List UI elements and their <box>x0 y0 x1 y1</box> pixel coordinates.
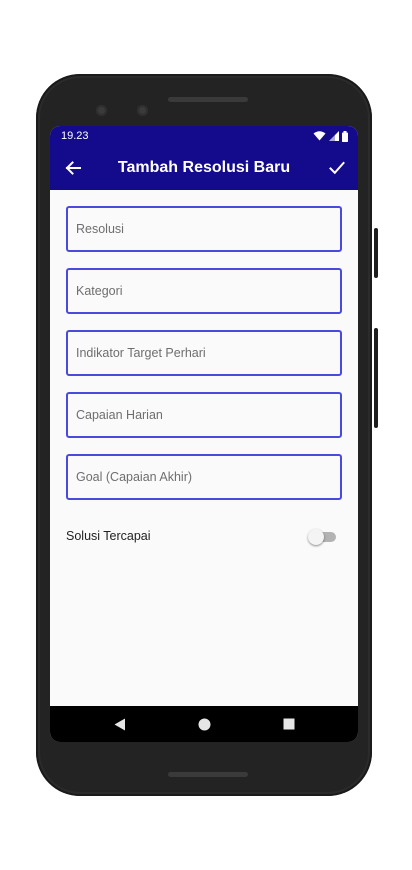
solusi-tercapai-row: Solusi Tercapai <box>66 526 336 548</box>
circle-home-icon <box>198 718 210 730</box>
front-sensor-icon <box>137 105 148 116</box>
cellular-signal-icon <box>329 131 339 141</box>
back-button[interactable] <box>60 155 86 181</box>
device-screen: 19.23 Tambah Resolusi Baru Resolusi Kate… <box>50 126 358 742</box>
volume-button <box>374 328 378 428</box>
goal-field[interactable] <box>66 454 342 500</box>
wifi-icon <box>313 131 326 141</box>
save-button[interactable] <box>324 155 350 181</box>
status-time: 19.23 <box>61 130 89 142</box>
nav-home-button[interactable] <box>184 706 224 742</box>
power-button <box>374 228 378 278</box>
switch-thumb <box>308 529 324 545</box>
arrow-left-icon <box>65 161 81 175</box>
nav-back-button[interactable] <box>100 706 140 742</box>
status-icons <box>313 130 348 142</box>
kategori-input[interactable] <box>68 270 340 312</box>
front-camera-icon <box>96 105 107 116</box>
earpiece-speaker <box>168 97 248 102</box>
app-bar: Tambah Resolusi Baru <box>50 146 358 190</box>
navigation-bar <box>50 706 358 742</box>
battery-icon <box>342 130 348 142</box>
solusi-tercapai-switch[interactable] <box>308 529 336 545</box>
check-icon <box>329 161 345 175</box>
status-bar: 19.23 <box>50 126 358 146</box>
resolusi-field[interactable] <box>66 206 342 252</box>
nav-recents-button[interactable] <box>269 706 309 742</box>
switch-label: Solusi Tercapai <box>66 529 151 543</box>
bottom-speaker <box>168 772 248 777</box>
square-recents-icon <box>283 718 295 730</box>
indikator-target-field[interactable] <box>66 330 342 376</box>
kategori-field[interactable] <box>66 268 342 314</box>
capaian-harian-input[interactable] <box>68 394 340 436</box>
indikator-target-input[interactable] <box>68 332 340 374</box>
triangle-back-icon <box>114 718 125 730</box>
resolusi-input[interactable] <box>68 208 340 250</box>
page-title: Tambah Resolusi Baru <box>117 159 291 176</box>
capaian-harian-field[interactable] <box>66 392 342 438</box>
goal-input[interactable] <box>68 456 340 498</box>
